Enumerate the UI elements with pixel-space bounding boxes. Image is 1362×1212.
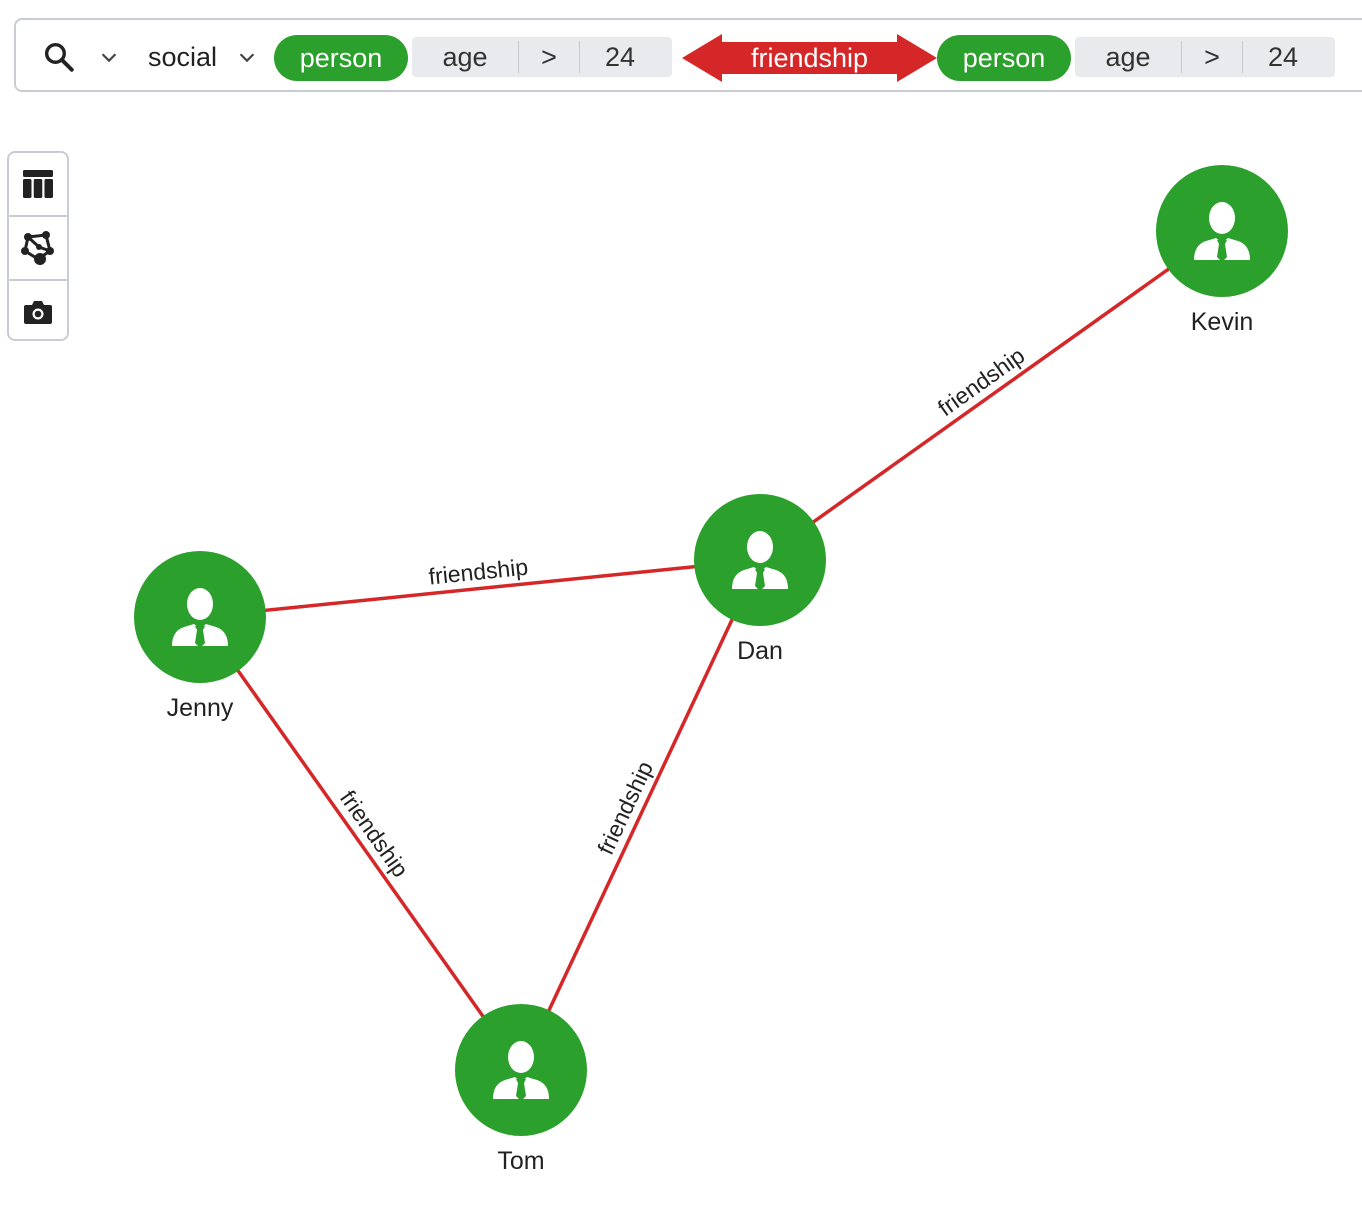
node-kevin[interactable]: Kevin (1156, 165, 1288, 336)
graph-view-button[interactable] (9, 217, 67, 279)
table-view-button[interactable] (9, 153, 67, 215)
target-node-label-pill[interactable]: person (937, 35, 1071, 81)
source-node-condition: age > 24 (412, 37, 672, 77)
node-jenny[interactable]: Jenny (134, 551, 266, 722)
person-icon (732, 531, 788, 591)
graph-canvas: friendship friendship friendship friendship… (134, 165, 1288, 1175)
search-icon[interactable] (42, 20, 76, 94)
node-dan[interactable]: Dan (694, 494, 826, 665)
snapshot-button[interactable] (9, 281, 67, 343)
edge-label: friendship (933, 342, 1029, 421)
target-condition-field[interactable]: age (1075, 37, 1181, 77)
node-tom[interactable]: Tom (455, 1004, 587, 1175)
node-label: Dan (737, 637, 783, 665)
view-toolbar (7, 151, 69, 341)
edge-label-text: friendship (750, 42, 869, 73)
graph-name-select[interactable]: social (148, 20, 217, 94)
source-condition-field[interactable]: age (412, 37, 518, 77)
edge-label: friendship (592, 757, 658, 858)
target-condition-operator[interactable]: > (1182, 37, 1242, 77)
query-bar: social person age > 24 friendship person… (14, 18, 1362, 92)
chevron-down-icon[interactable] (98, 20, 120, 94)
camera-icon (24, 301, 52, 324)
target-condition-value[interactable]: 24 (1243, 37, 1323, 77)
edge-label: friendship (427, 554, 529, 590)
graph-select-chevron-icon[interactable] (236, 20, 258, 94)
edge-label-pill[interactable]: friendship (682, 34, 937, 82)
edge-jenny-dan[interactable] (199, 558, 761, 619)
table-view-icon (23, 170, 53, 198)
edge-tom-dan[interactable] (519, 559, 762, 1071)
person-icon (493, 1041, 549, 1101)
node-label: Jenny (167, 694, 234, 722)
edge-dan-kevin[interactable] (758, 229, 1224, 562)
source-node-label-pill[interactable]: person (274, 35, 408, 81)
node-label: Tom (497, 1147, 544, 1175)
source-condition-value[interactable]: 24 (580, 37, 660, 77)
source-condition-operator[interactable]: > (519, 37, 579, 77)
edge-jenny-tom[interactable] (198, 615, 523, 1072)
person-icon (1194, 202, 1250, 262)
target-node-condition: age > 24 (1075, 37, 1335, 77)
graph-view-icon (21, 231, 54, 265)
person-icon (172, 588, 228, 648)
edge-label: friendship (335, 785, 414, 881)
node-label: Kevin (1191, 308, 1254, 336)
